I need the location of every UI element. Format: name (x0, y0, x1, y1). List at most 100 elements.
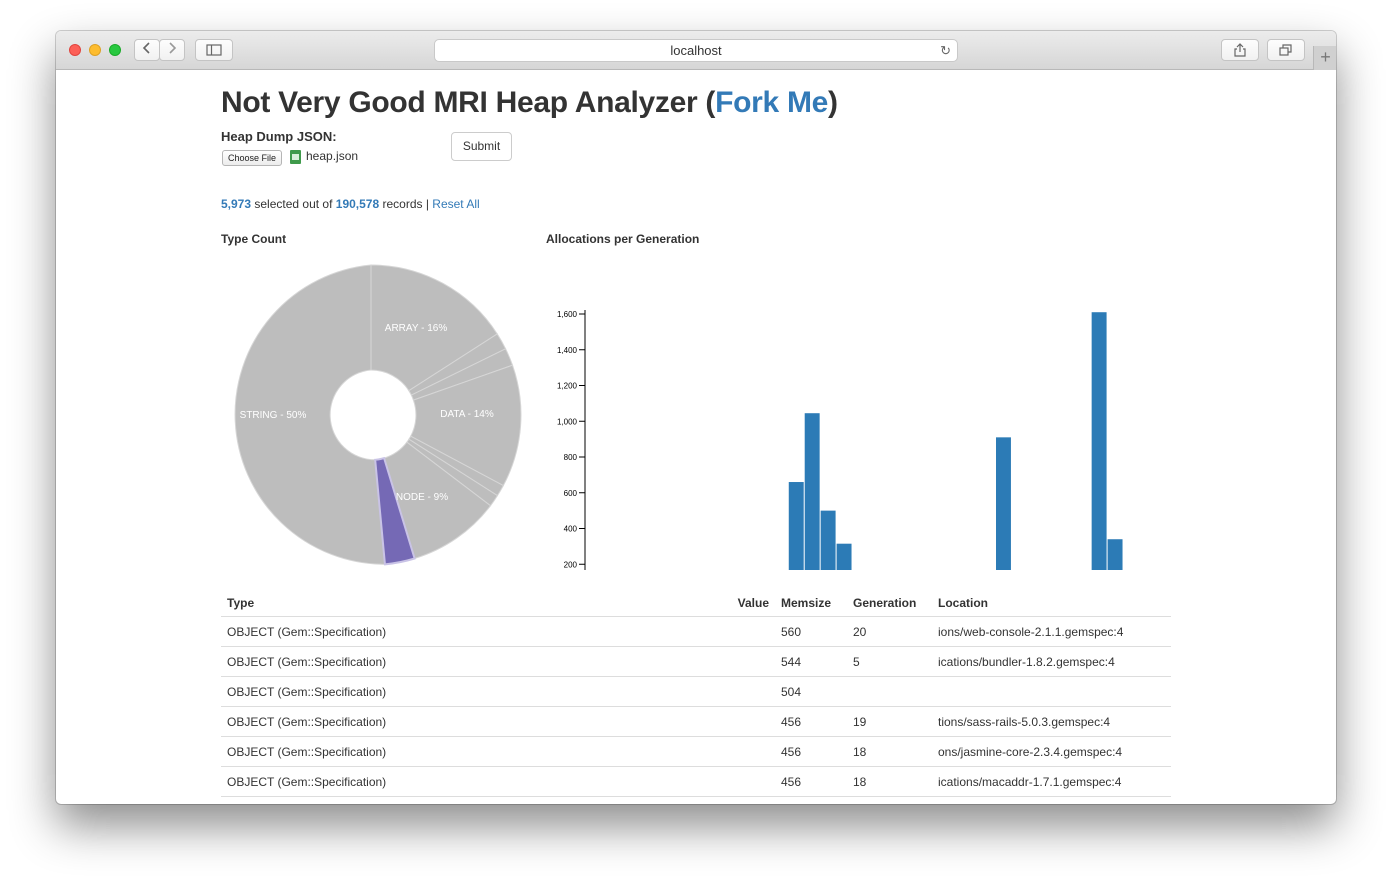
cell-memsize: 504 (775, 676, 847, 707)
column-header-type[interactable]: Type (221, 590, 726, 617)
choose-file-button[interactable]: Choose File (222, 150, 282, 166)
bar[interactable] (836, 543, 852, 570)
sidebar-icon (206, 44, 222, 56)
type-count-title: Type Count (221, 232, 287, 246)
table-row[interactable]: OBJECT (Gem::Specification) 504 (221, 676, 1171, 707)
cell-location: ons/jasmine-core-2.3.4.gemspec:4 (932, 736, 1171, 767)
tabs-icon (1279, 44, 1292, 56)
selected-file-name: heap.json (306, 149, 359, 163)
address-bar[interactable]: localhost ↻ (434, 39, 958, 62)
cell-type: OBJECT (Gem::Specification) (221, 616, 726, 647)
y-tick-label: 1,000 (557, 417, 578, 426)
zoom-window-button[interactable] (109, 44, 121, 56)
y-tick-label: 600 (564, 489, 578, 498)
cell-memsize: 456 (775, 766, 847, 797)
title-bar: localhost ↻ + (56, 31, 1336, 70)
cell-value (726, 646, 775, 677)
minimize-window-button[interactable] (89, 44, 101, 56)
table-row[interactable]: OBJECT (Gem::Specification) 456 19 tions/sa… (221, 706, 1171, 737)
total-count: 190,578 (335, 197, 380, 211)
cell-type: OBJECT (Gem::Specification) (221, 766, 726, 797)
cell-location: ions/web-console-2.1.1.gemspec:4 (932, 616, 1171, 647)
cell-generation: 5 (847, 646, 932, 677)
reload-icon[interactable]: ↻ (940, 40, 951, 61)
y-tick-label: 400 (564, 525, 578, 534)
pie-label-node: NODE - 9% (396, 492, 448, 503)
page-content: Not Very Good MRI Heap Analyzer (Fork Me… (56, 70, 1336, 804)
table-row[interactable]: OBJECT (Gem::Specification) 544 5 ications/… (221, 646, 1171, 677)
table-header-row: Type Value Memsize Generation Location (221, 590, 1171, 617)
cell-type: OBJECT (Gem::Specification) (221, 706, 726, 737)
cell-memsize: 560 (775, 616, 847, 647)
share-button[interactable] (1221, 39, 1259, 61)
cell-generation: 20 (847, 616, 932, 647)
title-suffix: ) (828, 86, 838, 119)
column-header-generation[interactable]: Generation (847, 590, 932, 617)
cell-type: OBJECT (Gem::Specification) (221, 646, 726, 677)
table-row[interactable]: OBJECT (Gem::Specification) 560 20 ions/web… (221, 616, 1171, 647)
pie-label-data: DATA - 14% (440, 409, 494, 420)
records-summary: 5,973 selected out of 190,578 records | … (221, 197, 480, 211)
y-tick-label: 1,400 (557, 346, 578, 355)
url-text: localhost (670, 43, 722, 58)
cell-value (726, 736, 775, 767)
cell-generation (847, 676, 932, 707)
cell-type: OBJECT (Gem::Specification) (221, 676, 726, 707)
records-table: Type Value Memsize Generation Location O… (221, 590, 1171, 797)
back-button[interactable] (134, 39, 160, 61)
share-icon (1234, 43, 1246, 57)
cell-generation: 18 (847, 766, 932, 797)
bar[interactable] (1091, 312, 1107, 570)
y-tick-label: 800 (564, 453, 578, 462)
cell-value (726, 616, 775, 647)
pie-label-string: STRING - 50% (240, 410, 307, 421)
cell-location: tions/sass-rails-5.0.3.gemspec:4 (932, 706, 1171, 737)
summary-text: selected out of (251, 197, 336, 211)
browser-window: localhost ↻ + Not Very Good MRI Heap Ana… (56, 31, 1336, 804)
new-tab-button[interactable]: + (1313, 46, 1336, 70)
json-file-icon (290, 150, 301, 164)
bar[interactable] (820, 510, 836, 570)
type-count-pie-chart[interactable]: STRING - 50% ARRAY - 16% DATA - 14% NODE… (216, 260, 526, 570)
cell-type: OBJECT (Gem::Specification) (221, 736, 726, 767)
cell-memsize: 456 (775, 706, 847, 737)
cell-location (932, 676, 1171, 707)
y-tick-label: 1,200 (557, 382, 578, 391)
column-header-location[interactable]: Location (932, 590, 1171, 617)
column-header-memsize[interactable]: Memsize (775, 590, 847, 617)
fork-me-link[interactable]: Fork Me (715, 86, 828, 119)
records-text: records | (379, 197, 433, 211)
cell-location: ications/macaddr-1.7.1.gemspec:4 (932, 766, 1171, 797)
title-text: Not Very Good MRI Heap Analyzer ( (221, 86, 716, 119)
heap-dump-label: Heap Dump JSON: (221, 129, 337, 144)
y-tick-label: 200 (564, 560, 578, 569)
y-tick-label: 1,600 (557, 310, 578, 319)
bar[interactable] (804, 413, 820, 570)
submit-button[interactable]: Submit (451, 132, 512, 161)
close-window-button[interactable] (69, 44, 81, 56)
chevron-left-icon (142, 42, 150, 54)
tabs-button[interactable] (1267, 39, 1305, 61)
bar[interactable] (996, 437, 1011, 570)
cell-location: ications/bundler-1.8.2.gemspec:4 (932, 646, 1171, 677)
table-row[interactable]: OBJECT (Gem::Specification) 456 18 ons/jasm… (221, 736, 1171, 767)
cell-value (726, 676, 775, 707)
selected-count: 5,973 (221, 197, 252, 211)
column-header-value[interactable]: Value (726, 590, 775, 617)
reset-all-link[interactable]: Reset All (432, 197, 479, 211)
forward-button[interactable] (159, 39, 185, 61)
pie-label-array: ARRAY - 16% (385, 323, 448, 334)
bar[interactable] (788, 482, 804, 570)
cell-memsize: 456 (775, 736, 847, 767)
page-title: Not Very Good MRI Heap Analyzer (Fork Me… (221, 86, 838, 120)
allocations-bar-chart[interactable]: 02004006008001,0001,2001,4001,6005101520… (546, 260, 1146, 570)
chevron-right-icon (169, 42, 177, 54)
sidebar-button[interactable] (195, 39, 233, 61)
table-row[interactable]: OBJECT (Gem::Specification) 456 18 ications… (221, 766, 1171, 797)
cell-memsize: 544 (775, 646, 847, 677)
cell-generation: 19 (847, 706, 932, 737)
cell-value (726, 706, 775, 737)
bar[interactable] (1107, 539, 1123, 570)
cell-generation: 18 (847, 736, 932, 767)
allocations-chart-title: Allocations per Generation (546, 232, 700, 246)
